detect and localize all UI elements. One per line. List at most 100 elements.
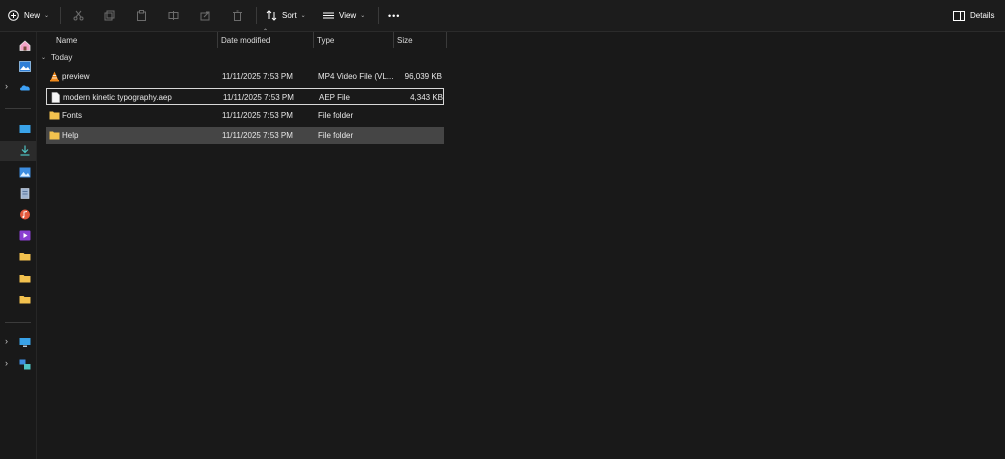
- view-button[interactable]: View ⌄: [323, 0, 365, 31]
- details-button-label: Details: [970, 11, 995, 20]
- file-name: Help: [62, 131, 79, 140]
- nav-pictures[interactable]: [0, 163, 36, 183]
- file-size: 4,343 KB: [410, 93, 443, 102]
- column-header-type-label: Type: [317, 35, 335, 45]
- rename-icon: [168, 11, 179, 20]
- column-header-date[interactable]: Date modified: [221, 32, 270, 48]
- nav-network[interactable]: ›: [0, 355, 36, 375]
- toolbar-divider: [378, 7, 379, 24]
- group-header-label: Today: [51, 53, 73, 62]
- nav-music[interactable]: [0, 205, 36, 225]
- file-size: [396, 127, 442, 144]
- nav-onedrive[interactable]: ›: [0, 78, 36, 98]
- pictures-icon: [19, 167, 31, 178]
- videos-icon: [19, 230, 31, 241]
- file-size: 96,039 KB: [404, 72, 442, 81]
- nav-separator: [5, 322, 31, 323]
- nav-documents[interactable]: [0, 184, 36, 204]
- file-name: Fonts: [62, 111, 83, 120]
- file-name: modern kinetic typography.aep: [63, 93, 172, 102]
- file-date: 11/11/2025 7:53 PM: [222, 72, 293, 81]
- network-icon: [19, 359, 31, 370]
- column-divider[interactable]: [313, 32, 314, 48]
- group-header-today[interactable]: ⌄ Today: [41, 53, 72, 62]
- navigation-pane: › › ›: [0, 32, 37, 459]
- folder-icon: [49, 131, 60, 140]
- file-type: File folder: [318, 111, 354, 120]
- folder-icon: [49, 111, 60, 120]
- more-options-icon: •••: [388, 10, 401, 21]
- sort-button-label: Sort: [282, 11, 297, 20]
- cut-button[interactable]: [73, 0, 84, 31]
- folder-icon: [19, 253, 31, 261]
- chevron-right-icon[interactable]: ›: [5, 358, 8, 368]
- column-header-type[interactable]: Type: [317, 32, 334, 48]
- file-size: [396, 107, 442, 124]
- file-name: preview: [62, 72, 90, 81]
- column-divider[interactable]: [217, 32, 218, 48]
- more-options-button[interactable]: •••: [388, 0, 400, 31]
- file-row[interactable]: modern kinetic typography.aep 11/11/2025…: [46, 88, 444, 105]
- file-type: File folder: [318, 131, 354, 140]
- gallery-icon: [19, 61, 31, 72]
- nav-folder-1[interactable]: [0, 247, 36, 267]
- trash-icon: [233, 10, 242, 21]
- cloud-icon: [20, 85, 30, 91]
- file-date: 11/11/2025 7:53 PM: [222, 111, 293, 120]
- document-icon: [51, 92, 60, 103]
- plus-circle-icon: [8, 10, 19, 21]
- copy-button[interactable]: [104, 0, 115, 31]
- column-header-size-label: Size: [397, 35, 413, 45]
- sort-icon: [266, 10, 277, 21]
- computer-icon: [19, 338, 31, 347]
- share-icon: [200, 11, 210, 21]
- chevron-right-icon[interactable]: ›: [5, 81, 8, 91]
- nav-videos[interactable]: [0, 226, 36, 246]
- folder-icon: [19, 275, 31, 283]
- vlc-icon: [50, 71, 59, 82]
- sort-button[interactable]: Sort ⌄: [266, 0, 306, 31]
- nav-downloads[interactable]: [0, 141, 36, 161]
- nav-folder-3[interactable]: [0, 290, 36, 310]
- file-date: 11/11/2025 7:53 PM: [223, 93, 294, 102]
- nav-separator: [5, 108, 31, 109]
- column-header-size[interactable]: Size: [397, 32, 413, 48]
- delete-button[interactable]: [232, 0, 243, 31]
- new-button[interactable]: New ⌄: [8, 0, 49, 31]
- column-header-date-label: Date modified: [221, 35, 271, 45]
- chevron-down-icon: ⌄: [300, 13, 306, 19]
- nav-home[interactable]: [0, 36, 36, 56]
- download-icon: [20, 145, 30, 156]
- nav-desktop[interactable]: [0, 120, 36, 140]
- clipboard-icon: [137, 10, 146, 21]
- file-row[interactable]: Help 11/11/2025 7:53 PM File folder: [46, 127, 444, 144]
- details-pane-icon: [953, 10, 965, 21]
- toolbar-divider: [60, 7, 61, 24]
- view-button-label: View: [339, 11, 357, 20]
- column-header-name[interactable]: Name: [56, 32, 77, 48]
- file-row[interactable]: Fonts 11/11/2025 7:53 PM File folder: [46, 107, 444, 124]
- command-bar: New ⌄ Sort ⌄ View ⌄ ••• Details: [0, 0, 1005, 32]
- copy-icon: [104, 10, 115, 21]
- column-divider[interactable]: [393, 32, 394, 48]
- file-type: AEP File: [319, 93, 350, 102]
- chevron-down-icon: ⌄: [44, 13, 50, 19]
- column-divider[interactable]: [446, 32, 447, 48]
- music-icon: [20, 209, 30, 220]
- document-icon: [20, 188, 30, 199]
- chevron-right-icon[interactable]: ›: [5, 336, 8, 346]
- view-list-icon: [323, 12, 334, 19]
- details-button[interactable]: Details: [953, 0, 994, 31]
- nav-gallery[interactable]: [0, 57, 36, 77]
- share-button[interactable]: [200, 0, 211, 31]
- paste-button[interactable]: [136, 0, 147, 31]
- nav-folder-2[interactable]: [0, 269, 36, 289]
- chevron-down-icon[interactable]: ⌄: [41, 54, 46, 61]
- scissors-icon: [73, 10, 84, 21]
- toolbar-divider: [256, 7, 257, 24]
- nav-this-pc[interactable]: ›: [0, 333, 36, 353]
- file-row[interactable]: preview 11/11/2025 7:53 PM MP4 Video Fil…: [46, 68, 444, 85]
- rename-button[interactable]: [168, 0, 179, 31]
- desktop-icon: [19, 125, 31, 133]
- column-header-name-label: Name: [56, 35, 78, 45]
